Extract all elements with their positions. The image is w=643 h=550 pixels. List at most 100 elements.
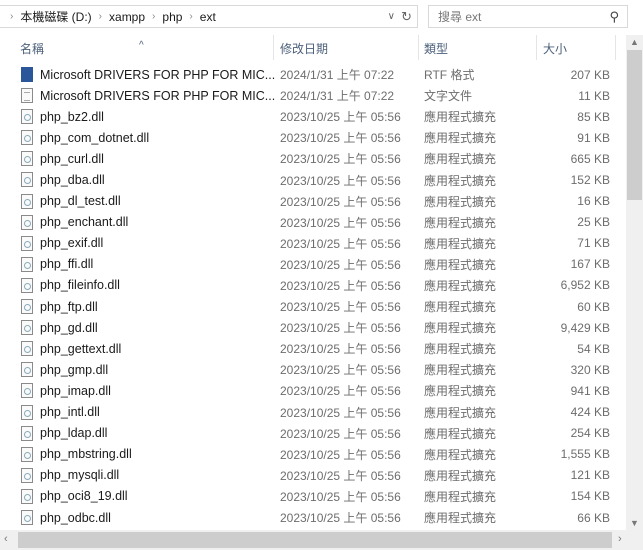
dll-file-icon [21,130,33,146]
refresh-icon[interactable]: ↻ [401,9,412,25]
file-row[interactable]: Microsoft DRIVERS FOR PHP FOR MIC... 202… [0,64,626,85]
file-date: 2023/10/25 上午 05:56 [280,215,401,230]
chevron-right-icon[interactable]: › [99,11,102,22]
dll-file-icon [21,256,33,272]
file-name: php_mysqli.dll [40,468,120,483]
crumb-drive[interactable]: 本機磁碟 (D:) [20,8,91,25]
column-size[interactable]: 大小 [543,40,567,57]
file-size: 9,429 KB [560,320,610,335]
file-size: 121 KB [570,468,610,483]
file-type: 應用程式擴充 [424,173,497,188]
chevron-down-icon[interactable]: ∨ [388,11,395,22]
file-name: php_odbc.dll [40,510,111,525]
file-date: 2023/10/25 上午 05:56 [280,152,401,167]
file-name: php_ldap.dll [40,426,108,441]
search-icon[interactable]: ⚲ [609,9,619,25]
file-size: 85 KB [577,109,610,124]
file-row[interactable]: php_mysqli.dll 2023/10/25 上午 05:56 應用程式擴… [0,465,626,486]
text-file-icon [21,88,33,104]
scroll-down-icon[interactable]: ▼ [630,518,639,528]
file-type: 應用程式擴充 [424,489,497,504]
file-date: 2024/1/31 上午 07:22 [280,68,395,83]
file-row[interactable]: php_dl_test.dll 2023/10/25 上午 05:56 應用程式… [0,191,626,212]
file-row[interactable]: php_curl.dll 2023/10/25 上午 05:56 應用程式擴充 … [0,148,626,169]
file-row[interactable]: php_enchant.dll 2023/10/25 上午 05:56 應用程式… [0,212,626,233]
file-date: 2023/10/25 上午 05:56 [280,447,401,462]
scroll-thumb[interactable] [627,50,642,200]
dll-file-icon [21,299,33,315]
chevron-right-icon[interactable]: › [189,11,192,22]
file-row[interactable]: php_ffi.dll 2023/10/25 上午 05:56 應用程式擴充 1… [0,254,626,275]
column-date[interactable]: 修改日期 [280,40,328,57]
address-bar[interactable]: › 本機磁碟 (D:) › xampp › php › ext ∨ ↻ [0,5,418,28]
dll-file-icon [21,425,33,441]
file-name: php_curl.dll [40,151,104,166]
dll-file-icon [21,320,33,336]
file-name: php_bz2.dll [40,109,104,124]
file-row[interactable]: php_odbc.dll 2023/10/25 上午 05:56 應用程式擴充 … [0,507,626,528]
file-date: 2023/10/25 上午 05:56 [280,194,401,209]
file-row[interactable]: php_oci8_19.dll 2023/10/25 上午 05:56 應用程式… [0,486,626,507]
file-name: php_intl.dll [40,405,100,420]
file-type: RTF 格式 [424,68,475,83]
file-row[interactable]: php_intl.dll 2023/10/25 上午 05:56 應用程式擴充 … [0,402,626,423]
file-size: 320 KB [570,362,610,377]
crumb-ext[interactable]: ext [200,10,216,24]
file-name: php_oci8_19.dll [40,489,128,504]
file-date: 2023/10/25 上午 05:56 [280,131,401,146]
file-date: 2023/10/25 上午 05:56 [280,173,401,188]
file-type: 應用程式擴充 [424,405,497,420]
file-date: 2023/10/25 上午 05:56 [280,489,401,504]
scroll-thumb[interactable] [18,532,612,548]
file-row[interactable]: php_imap.dll 2023/10/25 上午 05:56 應用程式擴充 … [0,380,626,401]
scroll-right-icon[interactable]: › [618,533,622,545]
file-row[interactable]: php_com_dotnet.dll 2023/10/25 上午 05:56 應… [0,127,626,148]
file-size: 11 KB [578,88,610,103]
column-header: ^ 名稱 修改日期 類型 大小 [0,35,626,60]
vertical-scrollbar[interactable]: ▲ ▼ [626,35,643,530]
file-type: 應用程式擴充 [424,426,497,441]
file-type: 應用程式擴充 [424,152,497,167]
chevron-right-icon: › [10,11,14,22]
chevron-right-icon[interactable]: › [152,11,155,22]
file-type: 應用程式擴充 [424,257,497,272]
file-type: 應用程式擴充 [424,321,497,336]
dll-file-icon [21,509,33,525]
file-date: 2023/10/25 上午 05:56 [280,468,401,483]
file-name: php_gettext.dll [40,341,122,356]
column-name[interactable]: 名稱 [20,40,44,57]
file-row[interactable]: php_dba.dll 2023/10/25 上午 05:56 應用程式擴充 1… [0,169,626,190]
file-name: php_ftp.dll [40,299,98,314]
file-name: php_dba.dll [40,173,105,188]
file-row[interactable]: php_bz2.dll 2023/10/25 上午 05:56 應用程式擴充 8… [0,106,626,127]
file-type: 應用程式擴充 [424,363,497,378]
file-date: 2023/10/25 上午 05:56 [280,236,401,251]
crumb-xampp[interactable]: xampp [109,10,145,24]
file-size: 16 KB [577,194,610,209]
file-name: php_fileinfo.dll [40,278,120,293]
file-type: 應用程式擴充 [424,131,497,146]
file-row[interactable]: php_gd.dll 2023/10/25 上午 05:56 應用程式擴充 9,… [0,317,626,338]
file-row[interactable]: php_ftp.dll 2023/10/25 上午 05:56 應用程式擴充 6… [0,296,626,317]
file-row[interactable]: php_exif.dll 2023/10/25 上午 05:56 應用程式擴充 … [0,233,626,254]
dll-file-icon [21,109,33,125]
scroll-left-icon[interactable]: ‹ [4,533,8,545]
file-date: 2023/10/25 上午 05:56 [280,278,401,293]
crumb-php[interactable]: php [162,10,182,24]
search-input[interactable]: 搜尋 ext ⚲ [428,5,628,28]
horizontal-scrollbar[interactable]: ‹ › [0,530,643,550]
file-size: 207 KB [570,67,610,82]
file-row[interactable]: php_fileinfo.dll 2023/10/25 上午 05:56 應用程… [0,275,626,296]
file-row[interactable]: php_mbstring.dll 2023/10/25 上午 05:56 應用程… [0,444,626,465]
file-row[interactable]: Microsoft DRIVERS FOR PHP FOR MIC... 202… [0,85,626,106]
column-type[interactable]: 類型 [424,40,448,57]
file-list: Microsoft DRIVERS FOR PHP FOR MIC... 202… [0,64,626,530]
sort-ascending-icon: ^ [139,40,144,51]
scroll-up-icon[interactable]: ▲ [630,37,639,47]
file-size: 941 KB [570,383,610,398]
file-row[interactable]: php_ldap.dll 2023/10/25 上午 05:56 應用程式擴充 … [0,423,626,444]
file-row[interactable]: php_gmp.dll 2023/10/25 上午 05:56 應用程式擴充 3… [0,359,626,380]
file-row[interactable]: php_gettext.dll 2023/10/25 上午 05:56 應用程式… [0,338,626,359]
file-name: Microsoft DRIVERS FOR PHP FOR MIC... [40,88,276,103]
file-date: 2023/10/25 上午 05:56 [280,257,401,272]
